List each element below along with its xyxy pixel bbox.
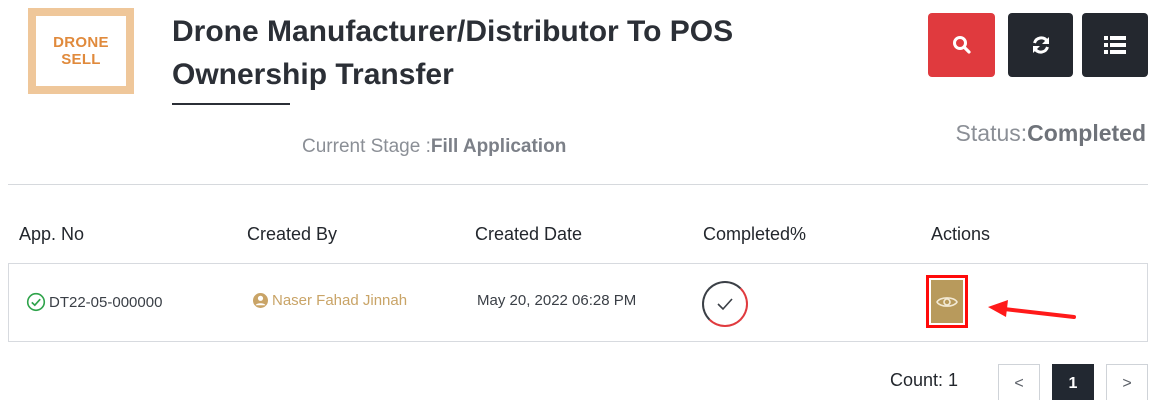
user-icon bbox=[253, 293, 268, 308]
created-date-value: May 20, 2022 06:28 PM bbox=[477, 292, 637, 309]
record-count: Count: 1 bbox=[890, 370, 959, 390]
logo-text-sell: SELL bbox=[61, 51, 101, 68]
divider bbox=[8, 184, 1148, 185]
checkmark-icon bbox=[717, 298, 733, 311]
completed-progress-circle bbox=[702, 281, 748, 327]
header-actions: Actions bbox=[931, 224, 991, 244]
pagination-page-1[interactable]: 1 bbox=[1052, 364, 1094, 400]
pagination-next-button[interactable]: > bbox=[1106, 364, 1148, 400]
check-circle-icon bbox=[26, 292, 46, 312]
header-app-no: App. No bbox=[19, 224, 85, 244]
view-button[interactable] bbox=[931, 280, 963, 323]
created-by-value: Naser Fahad Jinnah bbox=[272, 292, 408, 309]
status: Status:Completed bbox=[956, 120, 1146, 147]
current-stage-label: Current Stage : bbox=[302, 136, 431, 157]
search-button[interactable] bbox=[928, 13, 995, 77]
app-no-value: DT22-05-000000 bbox=[49, 293, 163, 311]
header-created-by: Created By bbox=[247, 224, 338, 244]
pagination-prev-button[interactable]: < bbox=[998, 364, 1040, 400]
created-by-cell[interactable]: Naser Fahad Jinnah bbox=[252, 292, 407, 309]
created-date-cell: May 20, 2022 06:28 PM bbox=[477, 292, 636, 309]
eye-icon bbox=[936, 296, 958, 307]
status-label: Status: bbox=[955, 120, 1028, 146]
current-stage-value: Fill Application bbox=[430, 136, 567, 157]
current-stage: Current Stage :Fill Application bbox=[302, 136, 566, 158]
page-title: Drone Manufacturer/Distributor To POS Ow… bbox=[172, 15, 734, 91]
status-value: Completed bbox=[1027, 120, 1146, 146]
logo-text-drone: DRONE bbox=[53, 34, 109, 51]
title-underline bbox=[172, 103, 290, 105]
red-arrow-annotation bbox=[988, 300, 1076, 319]
list-icon bbox=[1104, 36, 1126, 54]
refresh-icon bbox=[1032, 36, 1049, 54]
header-created-date: Created Date bbox=[475, 224, 583, 244]
header-completed: Completed% bbox=[703, 224, 807, 244]
list-button[interactable] bbox=[1082, 13, 1148, 77]
refresh-button[interactable] bbox=[1008, 13, 1073, 77]
app-no-cell: DT22-05-000000 bbox=[26, 292, 162, 312]
search-icon bbox=[952, 36, 971, 54]
drone-sell-logo: DRONE SELL bbox=[28, 8, 134, 94]
